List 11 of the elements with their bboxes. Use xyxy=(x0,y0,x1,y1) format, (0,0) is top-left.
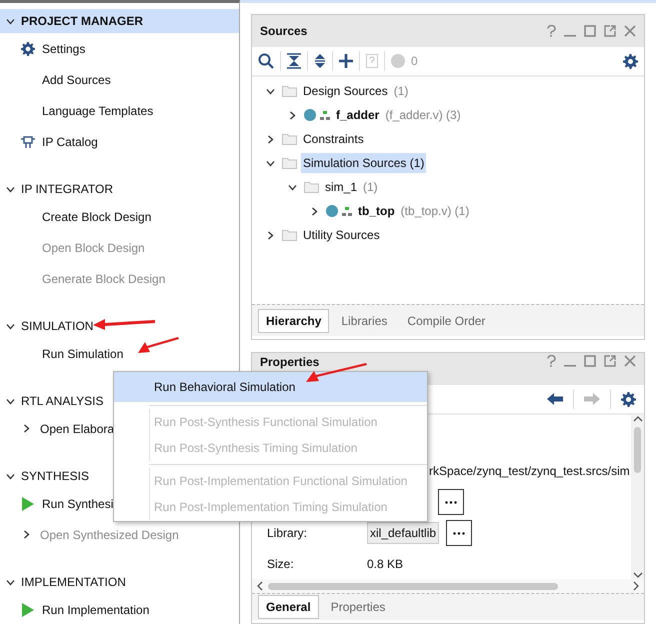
tree-node-detail: (f_adder.v) (3) xyxy=(385,108,461,122)
property-value: 0.8 KB xyxy=(367,556,404,571)
issue-count: 0 xyxy=(411,54,418,68)
tree-node-detail: (1) xyxy=(363,180,378,194)
panel-title: Sources xyxy=(260,24,308,38)
panel-title: Properties xyxy=(260,355,320,369)
file-path: rkSpace/zynq_test/zynq_test.srcs/sim xyxy=(429,463,630,480)
property-label: Size: xyxy=(267,556,295,571)
property-label: Library: xyxy=(267,526,308,540)
tree-node-detail: (tb_top.v) (1) xyxy=(400,204,470,218)
tree-node-detail: (1) xyxy=(394,84,408,98)
